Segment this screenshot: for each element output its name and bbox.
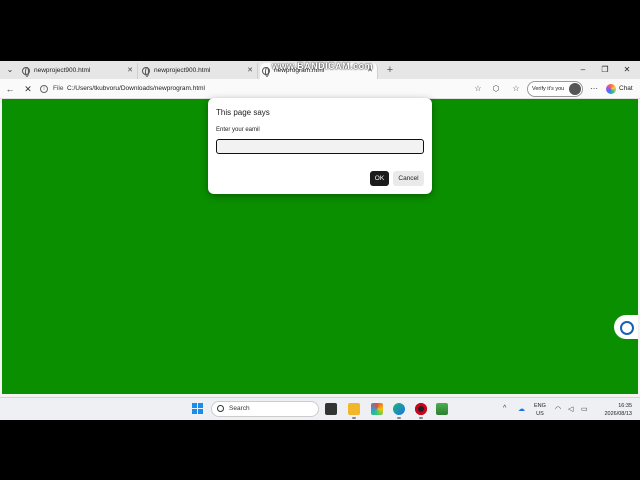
language-indicator[interactable]: ENG US bbox=[534, 402, 546, 418]
ok-button[interactable]: OK bbox=[370, 171, 389, 186]
tab-1[interactable]: newproject900.html ✕ bbox=[20, 63, 138, 79]
scheme-label: File bbox=[53, 85, 64, 92]
email-input[interactable] bbox=[216, 139, 424, 154]
chevron-up-icon[interactable]: ^ bbox=[503, 405, 506, 412]
file-explorer-icon[interactable] bbox=[348, 403, 360, 419]
edge-icon[interactable] bbox=[393, 403, 405, 419]
battery-icon[interactable]: ▭ bbox=[581, 405, 588, 413]
globe-icon bbox=[142, 67, 150, 77]
favorite-star-icon[interactable]: ☆ bbox=[472, 82, 484, 96]
close-window-icon[interactable]: ✕ bbox=[620, 63, 634, 77]
more-options-icon[interactable]: ⋯ bbox=[588, 82, 600, 96]
copilot-logo-icon bbox=[606, 84, 616, 94]
close-tab-icon[interactable]: ✕ bbox=[127, 63, 133, 79]
windows-start-icon[interactable] bbox=[192, 403, 204, 415]
search-label: Search bbox=[229, 405, 250, 412]
back-arrow-icon[interactable]: ← bbox=[3, 82, 17, 96]
globe-icon bbox=[22, 67, 30, 77]
clock-time: 16:35 bbox=[618, 403, 632, 409]
new-tab-plus-icon[interactable]: + bbox=[384, 63, 396, 77]
taskbar-search[interactable]: Search bbox=[211, 401, 319, 417]
avatar bbox=[569, 83, 581, 95]
verify-profile-button[interactable]: Verify it's you bbox=[527, 81, 583, 97]
volume-icon[interactable]: ◁ bbox=[568, 405, 573, 413]
globe-icon bbox=[262, 67, 270, 77]
screen: ⌄ newproject900.html ✕ newproject900.htm… bbox=[0, 0, 640, 480]
task-view-icon[interactable] bbox=[325, 403, 337, 415]
prompt-dialog: This page says Enter your eamil OK Cance… bbox=[208, 98, 432, 194]
url-text[interactable]: C:/Users/tkubvoru/Downloads/newprogram.h… bbox=[67, 82, 205, 96]
chrome-icon[interactable] bbox=[371, 403, 383, 415]
tab-bar: ⌄ newproject900.html ✕ newproject900.htm… bbox=[0, 61, 640, 79]
tab-actions-menu-icon[interactable]: ⌄ bbox=[3, 64, 17, 76]
cancel-button[interactable]: Cancel bbox=[393, 171, 424, 186]
taskbar: Search ^ ☁ ENG US ◠ ◁ ▭ 16:35 2026/08/13 bbox=[0, 397, 640, 420]
chat-label: Chat bbox=[619, 85, 633, 92]
dialog-title: This page says bbox=[216, 108, 270, 117]
address-bar[interactable]: i File C:/Users/tkubvoru/Downloads/newpr… bbox=[38, 82, 486, 96]
language-code: ENG bbox=[534, 403, 546, 409]
copilot-sidebar-icon[interactable] bbox=[614, 315, 638, 339]
tab-title: newproject900.html bbox=[154, 67, 211, 74]
favorites-list-icon[interactable]: ☆ bbox=[510, 82, 522, 96]
chat-button[interactable]: Chat bbox=[606, 82, 633, 96]
bandicam-watermark: www.BANDICAM.com bbox=[272, 61, 374, 71]
tab-title: newproject900.html bbox=[34, 67, 91, 74]
extensions-icon[interactable]: ⬡ bbox=[490, 82, 502, 96]
browser-toolbar: ← ✕ i File C:/Users/tkubvoru/Downloads/n… bbox=[0, 79, 640, 99]
stop-loading-icon[interactable]: ✕ bbox=[21, 82, 35, 96]
close-tab-icon[interactable]: ✕ bbox=[247, 63, 253, 79]
photos-icon[interactable] bbox=[436, 403, 448, 415]
restore-icon[interactable]: ❐ bbox=[598, 63, 612, 77]
minimize-icon[interactable]: – bbox=[576, 63, 590, 77]
tab-2[interactable]: newproject900.html ✕ bbox=[140, 63, 258, 79]
verify-label: Verify it's you bbox=[532, 86, 565, 92]
clock[interactable]: 16:35 2026/08/13 bbox=[598, 402, 632, 418]
info-icon[interactable]: i bbox=[40, 85, 48, 93]
onedrive-icon[interactable]: ☁ bbox=[518, 405, 525, 413]
region-code: US bbox=[536, 411, 544, 417]
wifi-icon[interactable]: ◠ bbox=[555, 405, 561, 413]
clock-date: 2026/08/13 bbox=[604, 411, 632, 417]
search-icon bbox=[217, 405, 224, 412]
dialog-message: Enter your eamil bbox=[216, 127, 260, 133]
letterbox-bottom bbox=[0, 420, 640, 480]
bandicam-icon[interactable] bbox=[415, 403, 427, 419]
